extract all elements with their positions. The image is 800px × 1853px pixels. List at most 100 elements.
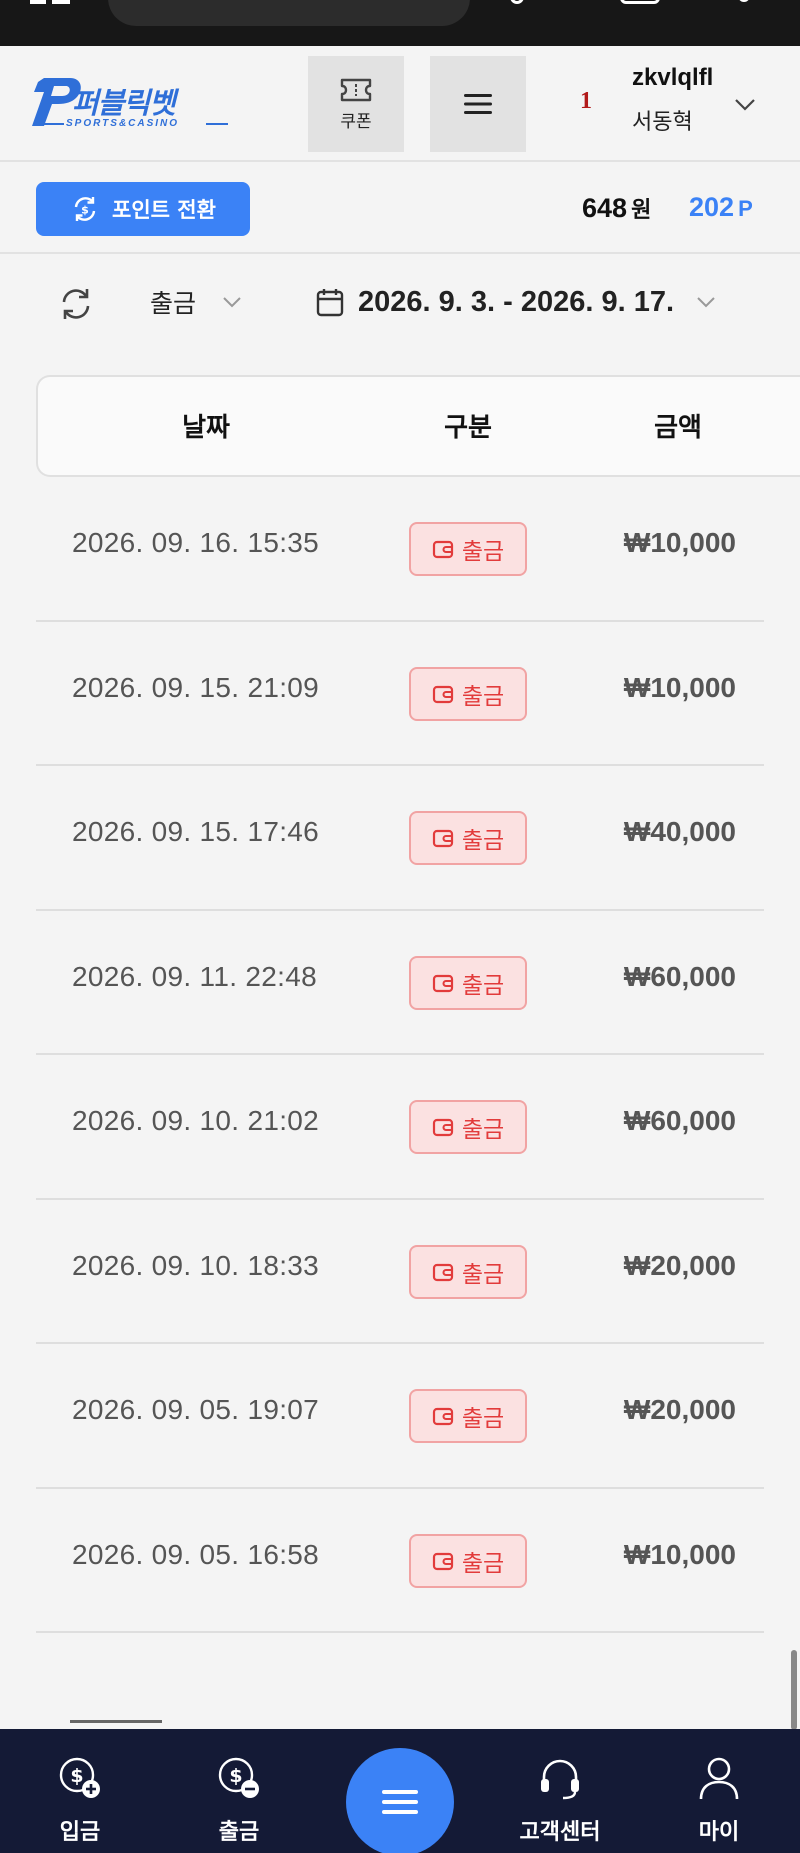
coupon-label: 쿠폰 (340, 111, 372, 131)
table-row: 2026. 09. 10. 18:33 출금 ₩20,000 (36, 1200, 764, 1344)
column-header-type: 구분 (444, 413, 492, 443)
table-row: 2026. 09. 10. 21:02 출금 ₩60,000 (36, 1055, 764, 1200)
svg-text:$: $ (229, 1765, 242, 1787)
table-row: 2026. 09. 05. 16:58 출금 ₩10,000 (36, 1489, 764, 1633)
nav-support-label: 고객센터 (519, 1819, 601, 1844)
row-amount: ₩20,000 (623, 1249, 736, 1281)
battery-icon (620, 0, 660, 4)
point-convert-button[interactable]: $ 포인트 전환 (36, 182, 250, 236)
column-header-amount: 금액 (654, 413, 702, 443)
row-date: 2026. 09. 10. 21:02 (72, 1105, 320, 1136)
refresh-icon (62, 289, 90, 319)
status-icon (738, 0, 750, 2)
chevron-down-icon (223, 297, 241, 308)
type-badge: 출금 (409, 1389, 527, 1443)
point-balance: 202 P (689, 192, 753, 223)
hamburger-icon (382, 1790, 418, 1814)
row-date: 2026. 09. 11. 22:48 (72, 960, 317, 992)
brand-logo[interactable]: 퍼블릭벳 SPORTS&CASINO (30, 72, 240, 138)
menu-button[interactable] (430, 56, 526, 152)
type-badge: 출금 (409, 1244, 527, 1299)
nav-withdraw-label: 출금 (218, 1819, 260, 1844)
logo-divider (206, 123, 228, 125)
exchange-icon: $ (74, 197, 96, 221)
type-badge: 출금 (409, 955, 527, 1010)
wallet-icon (432, 1118, 453, 1137)
user-id[interactable]: zkvlqlfl (632, 64, 713, 92)
type-badge-label: 출금 (461, 1117, 505, 1143)
ticket-icon (340, 78, 372, 101)
scrollbar[interactable] (791, 1650, 797, 1730)
type-badge-label: 출금 (461, 1406, 505, 1432)
wallet-icon (432, 974, 453, 992)
type-badge-label: 출금 (461, 539, 505, 565)
chevron-down-icon (697, 297, 715, 308)
table-row: 2026. 09. 05. 19:07 출금 ₩20,000 (36, 1344, 764, 1489)
refresh-button[interactable] (56, 284, 96, 324)
column-header-date: 날짜 (182, 413, 230, 443)
type-filter-select[interactable]: 출금 (150, 280, 242, 324)
history-list: 2026. 09. 16. 15:35 출금 ₩10,000 2026. 09.… (36, 477, 764, 1633)
table-row: 2026. 09. 15. 21:09 출금 ₩10,000 (36, 622, 764, 766)
type-badge: 출금 (409, 1100, 527, 1154)
svg-text:$: $ (70, 1765, 83, 1787)
point-convert-label: 포인트 전환 (112, 198, 216, 222)
type-badge-label: 출금 (461, 683, 505, 710)
footer-peek (70, 1714, 170, 1730)
row-date: 2026. 09. 05. 16:58 (72, 1538, 320, 1570)
wallet-icon (432, 829, 453, 848)
wallet-icon (432, 685, 453, 703)
type-badge-label: 출금 (461, 972, 505, 999)
nav-menu-button[interactable] (346, 1748, 454, 1853)
type-badge: 출금 (409, 1533, 527, 1588)
wallet-icon (432, 540, 453, 559)
row-amount: ₩10,000 (623, 527, 736, 558)
coupon-button[interactable]: 쿠폰 (308, 56, 404, 152)
row-amount: ₩10,000 (623, 1538, 736, 1570)
point-balance-unit: P (738, 196, 753, 221)
row-amount: ₩60,000 (623, 1105, 736, 1136)
type-badge: 출금 (409, 522, 527, 576)
nav-deposit[interactable]: $ 입금 (20, 1729, 140, 1853)
row-date: 2026. 09. 16. 15:35 (72, 527, 320, 558)
table-row: 2026. 09. 15. 17:46 출금 ₩40,000 (36, 766, 764, 911)
nav-my[interactable]: 마이 (659, 1729, 779, 1853)
cash-balance-unit: 원 (631, 197, 652, 222)
nav-support[interactable]: 고객센터 (500, 1729, 620, 1853)
type-badge-label: 출금 (461, 828, 505, 854)
hamburger-icon (464, 94, 492, 114)
logo-text: 퍼블릭벳 (72, 88, 176, 120)
user-icon (699, 1757, 739, 1800)
status-bar (0, 0, 800, 46)
type-badge-label: 출금 (461, 1261, 505, 1288)
user-name[interactable]: 서동혁 (632, 104, 693, 136)
wallet-icon (432, 1263, 453, 1281)
row-date: 2026. 09. 05. 19:07 (72, 1394, 320, 1425)
type-filter-value: 출금 (150, 289, 197, 318)
status-icon (30, 0, 70, 4)
nav-my-label: 마이 (698, 1819, 740, 1844)
status-icon (510, 0, 524, 4)
headset-icon (541, 1759, 579, 1800)
date-range-select[interactable]: 2026. 9. 3. - 2026. 9. 17. (316, 280, 716, 324)
calendar-icon (316, 289, 344, 317)
status-notification-pill (108, 0, 470, 26)
row-amount: ₩60,000 (623, 960, 736, 992)
chevron-down-icon[interactable] (734, 98, 756, 112)
nav-deposit-label: 입금 (59, 1819, 101, 1844)
date-range-value: 2026. 9. 3. - 2026. 9. 17. (358, 285, 675, 318)
row-amount: ₩40,000 (623, 816, 736, 847)
table-row: 2026. 09. 11. 22:48 출금 ₩60,000 (36, 911, 764, 1055)
row-amount: ₩20,000 (623, 1394, 736, 1425)
withdraw-icon: $ (218, 1757, 259, 1798)
deposit-icon: $ (59, 1757, 100, 1798)
type-badge: 출금 (409, 666, 527, 721)
logo-subtitle: SPORTS&CASINO (66, 118, 180, 129)
history-filters: 출금 2026. 9. 3. - 2026. 9. 17. (0, 256, 800, 352)
wallet-icon (432, 1407, 453, 1426)
app-header: 퍼블릭벳 SPORTS&CASINO 쿠폰 1 zkvlqlfl 서동혁 (0, 46, 800, 162)
row-date: 2026. 09. 15. 21:09 (72, 671, 320, 703)
nav-withdraw[interactable]: $ 출금 (179, 1729, 299, 1853)
row-amount: ₩10,000 (623, 671, 736, 703)
type-badge-label: 출금 (461, 1550, 505, 1577)
